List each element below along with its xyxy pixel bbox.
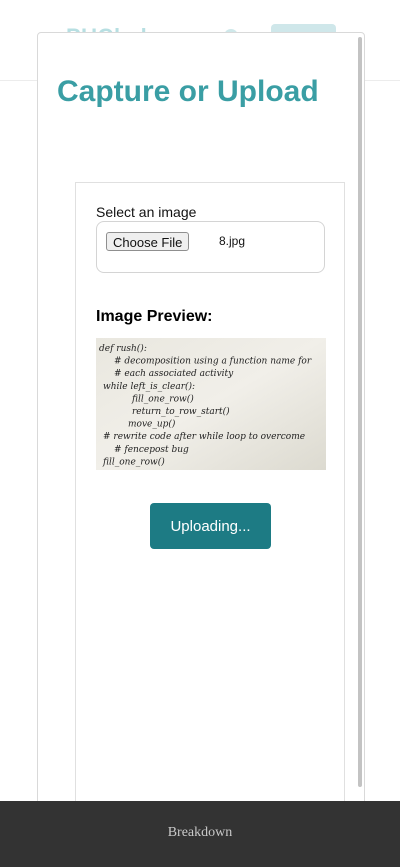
handwritten-line: fill_one_row() — [131, 393, 194, 404]
select-image-label: Select an image — [96, 204, 197, 220]
modal-scrollbar[interactable] — [358, 37, 362, 787]
choose-file-button[interactable]: Choose File — [106, 232, 190, 251]
modal-title: Capture or Upload — [57, 75, 319, 108]
upload-card: Select an image Choose File 8.jpg Image … — [75, 182, 345, 823]
handwritten-line: # decomposition using a function name fo… — [114, 357, 312, 367]
handwritten-line: # rewrite code after while loop to overc… — [103, 432, 305, 442]
upload-modal: Capture or Upload Select an image Choose… — [37, 32, 365, 824]
handwritten-line: return_to_row_start() — [132, 406, 230, 417]
handwritten-line: # each associated activity — [114, 369, 234, 379]
handwritten-line: def rush(): — [99, 343, 147, 354]
page: PUCbaker Capture or Upload Select an ima… — [0, 0, 400, 867]
uploading-button[interactable]: Uploading... — [150, 503, 271, 549]
handwritten-line: move_up() — [128, 419, 176, 430]
handwritten-line: # fencepost bug — [114, 445, 189, 455]
footer-breakdown-link[interactable]: Breakdown — [168, 825, 233, 841]
image-preview-heading: Image Preview: — [96, 308, 213, 325]
handwritten-line: while left_is_clear(): — [103, 381, 195, 392]
image-preview: def rush(): # decomposition using a funct… — [96, 338, 326, 470]
file-input-field[interactable]: Choose File 8.jpg — [96, 221, 325, 273]
footer: Breakdown — [0, 801, 400, 867]
handwritten-line: fill_one_row() — [102, 456, 165, 467]
selected-file-name: 8.jpg — [219, 234, 246, 248]
